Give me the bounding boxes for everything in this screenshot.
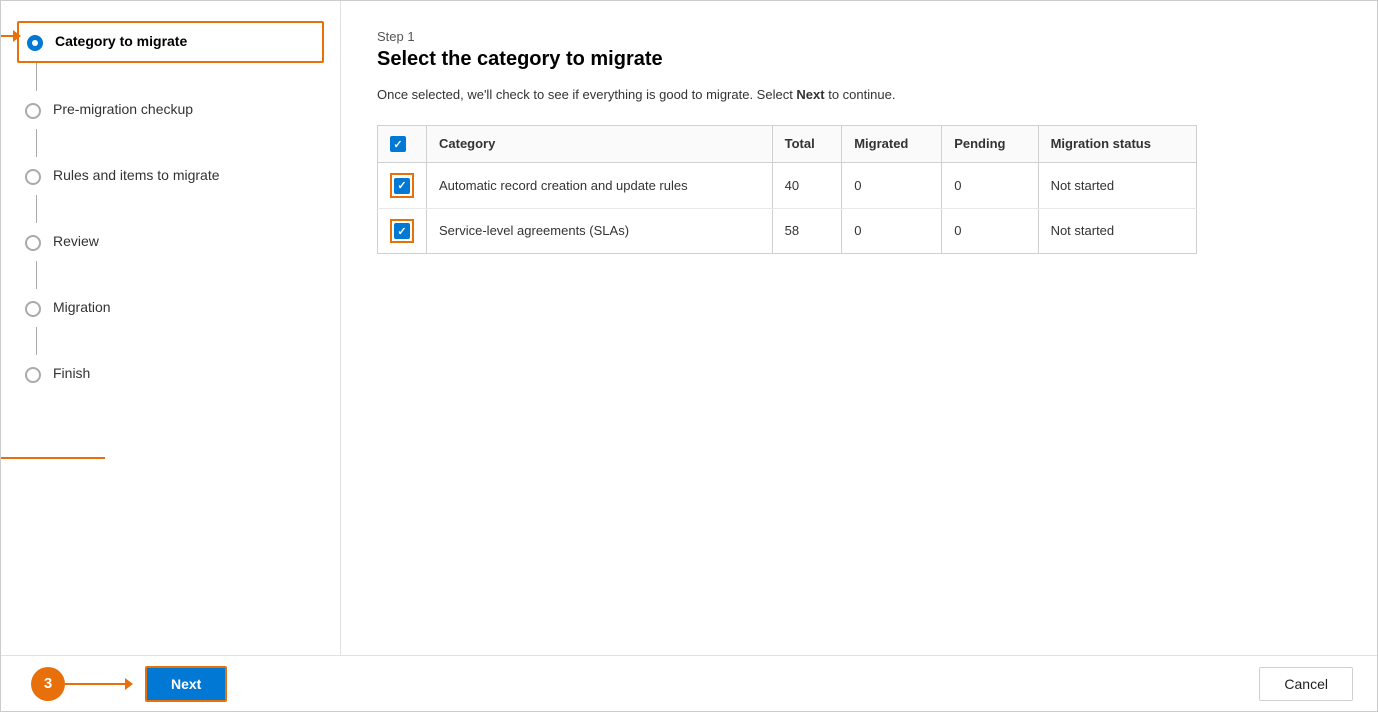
sidebar-item-review[interactable]: Review (17, 223, 324, 261)
step-circle-2 (25, 103, 41, 119)
row2-select-cell (378, 208, 427, 254)
sidebar-label-rules: Rules and items to migrate (53, 167, 220, 183)
step-circle-4 (25, 235, 41, 251)
row2-pending: 0 (942, 208, 1038, 254)
table-header-migration-status: Migration status (1038, 125, 1196, 163)
step-connector-4-5 (36, 261, 37, 289)
sidebar-item-pre-migration[interactable]: Pre-migration checkup (17, 91, 324, 129)
content-area: Step 1 Select the category to migrate On… (341, 1, 1377, 655)
table-header-migrated: Migrated (842, 125, 942, 163)
row1-migrated: 0 (842, 163, 942, 209)
table-header-category: Category (427, 125, 773, 163)
step-circle-6 (25, 367, 41, 383)
footer: 3 Next Cancel (1, 655, 1377, 711)
sidebar-item-finish[interactable]: Finish (17, 355, 324, 393)
sidebar-label-review: Review (53, 233, 99, 249)
sidebar-label-finish: Finish (53, 365, 90, 381)
sidebar-item-category-to-migrate[interactable]: Category to migrate (17, 21, 324, 63)
table-header-pending: Pending (942, 125, 1038, 163)
step-circle-5 (25, 301, 41, 317)
step-connector-5-6 (36, 327, 37, 355)
description: Once selected, we'll check to see if eve… (377, 85, 1341, 105)
table-row: Automatic record creation and update rul… (378, 163, 1197, 209)
annotation-3-line (65, 683, 125, 685)
table-row: Service-level agreements (SLAs) 58 0 0 N… (378, 208, 1197, 254)
sidebar-item-migration[interactable]: Migration (17, 289, 324, 327)
row1-category: Automatic record creation and update rul… (427, 163, 773, 209)
cancel-button[interactable]: Cancel (1259, 667, 1353, 701)
row2-migrated: 0 (842, 208, 942, 254)
row1-total: 40 (772, 163, 842, 209)
step-circle-1 (27, 35, 43, 51)
migration-table: Category Total Migrated Pending Migratio… (377, 125, 1197, 255)
step-circle-3 (25, 169, 41, 185)
row1-select-cell (378, 163, 427, 209)
row1-checkbox-wrapper (390, 173, 414, 198)
annotation-2: 2 (1, 441, 105, 475)
row1-pending: 0 (942, 163, 1038, 209)
step-connector-1-2 (36, 63, 37, 91)
row2-category: Service-level agreements (SLAs) (427, 208, 773, 254)
sidebar-label-migration: Migration (53, 299, 111, 315)
row2-checkbox-wrapper (390, 219, 414, 244)
next-button[interactable]: Next (145, 666, 227, 702)
sidebar: 1 Category to migrate Pre-migration chec… (1, 1, 341, 655)
table-header-total: Total (772, 125, 842, 163)
row2-migration-status: Not started (1038, 208, 1196, 254)
annotation-3-arrow (125, 678, 133, 690)
row2-checkbox[interactable] (394, 223, 410, 239)
sidebar-label-category: Category to migrate (55, 33, 187, 49)
select-all-checkbox[interactable] (390, 136, 406, 152)
row2-total: 58 (772, 208, 842, 254)
sidebar-label-pre-migration: Pre-migration checkup (53, 101, 193, 117)
annotation-3: 3 (31, 667, 133, 701)
step-connector-2-3 (36, 129, 37, 157)
row1-checkbox[interactable] (394, 178, 410, 194)
annotation-2-line (1, 457, 105, 459)
step-connector-3-4 (36, 195, 37, 223)
page-title: Select the category to migrate (377, 48, 1341, 71)
table-header-select (378, 125, 427, 163)
sidebar-item-rules-items[interactable]: Rules and items to migrate (17, 157, 324, 195)
step-number: Step 1 (377, 29, 1341, 44)
annotation-1-line (1, 35, 13, 37)
row1-migration-status: Not started (1038, 163, 1196, 209)
